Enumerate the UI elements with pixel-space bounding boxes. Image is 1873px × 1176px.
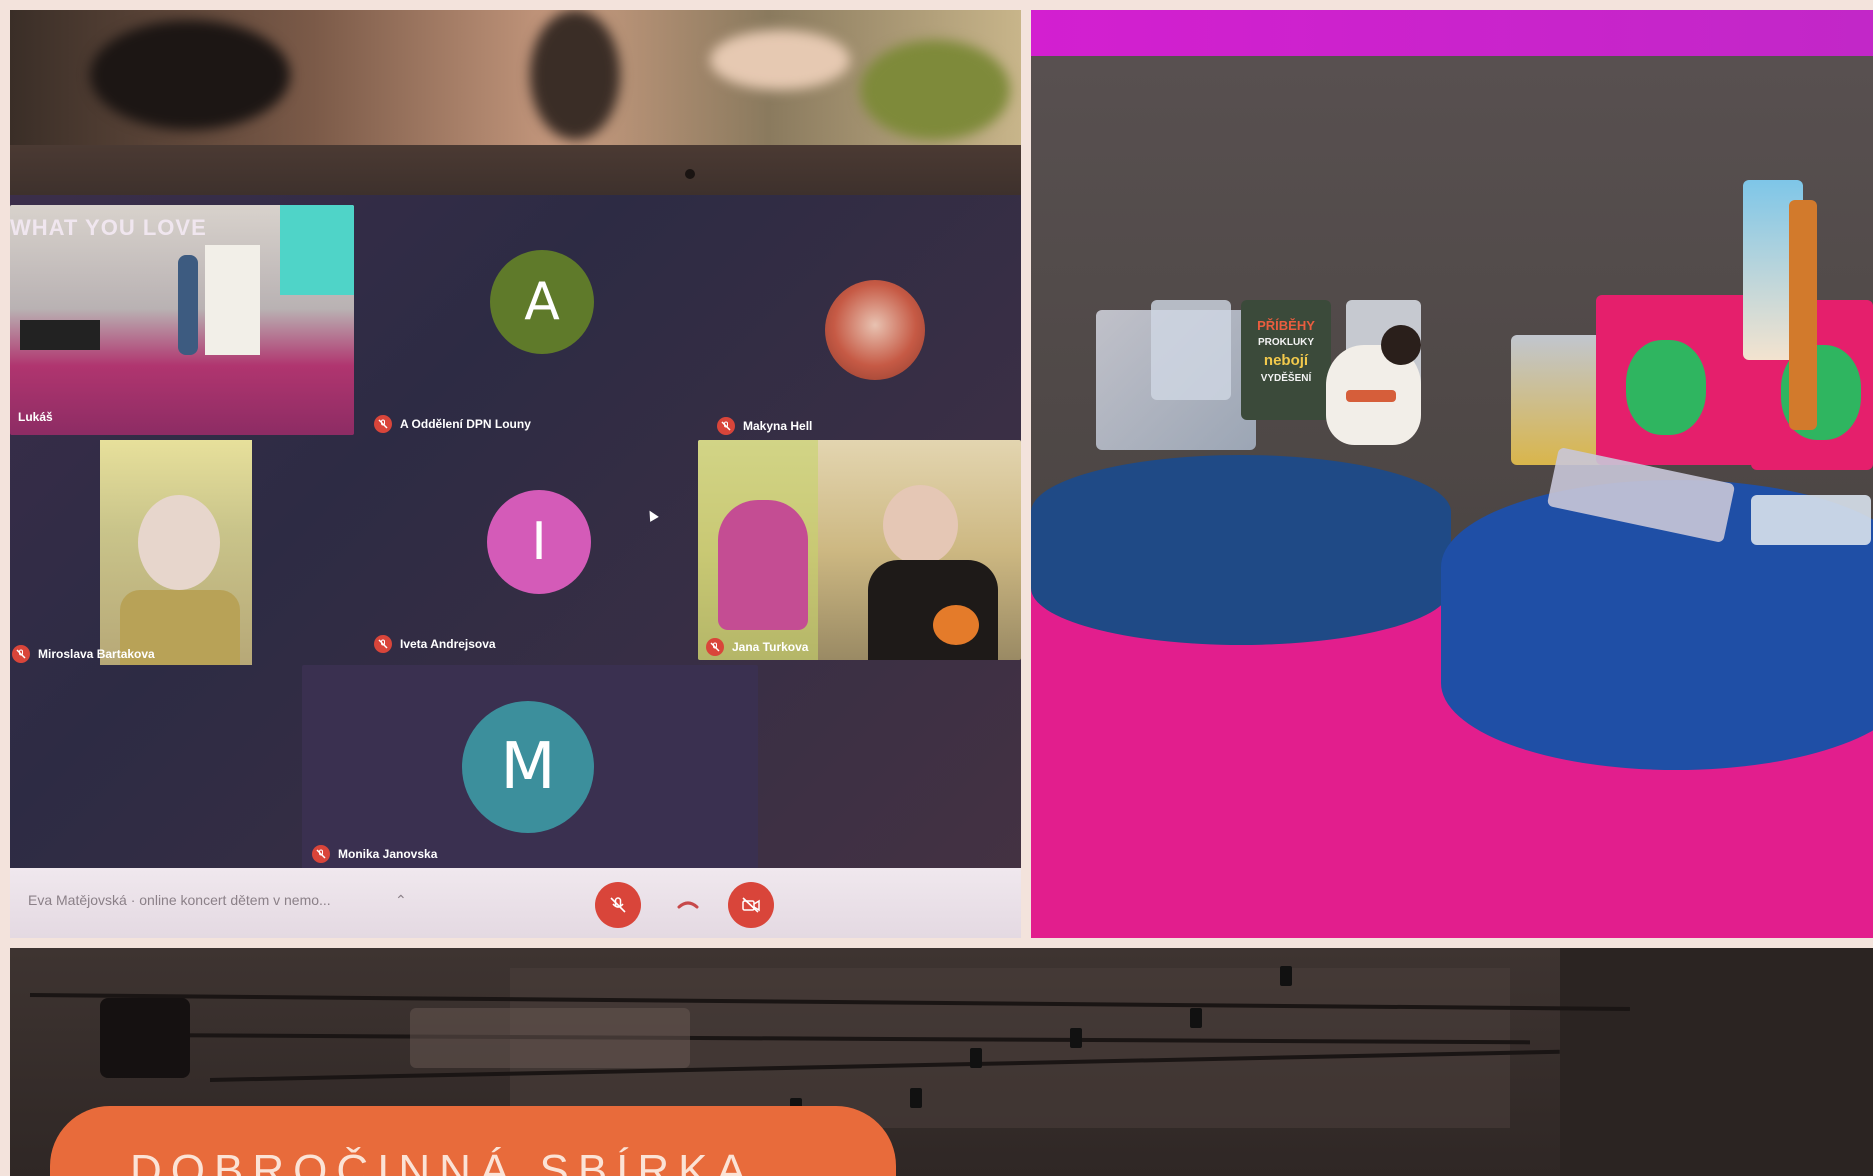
participant-avatar: I — [487, 490, 591, 594]
participant-tile-lukas[interactable]: WHAT YOU LOVE Lukáš — [10, 205, 354, 435]
camera-toggle-button[interactable] — [728, 882, 774, 928]
keyboard-figure — [20, 320, 100, 350]
camera-off-icon — [742, 897, 760, 913]
participant-name: Lukáš — [18, 410, 53, 424]
book-line: nebojí — [1263, 352, 1309, 369]
stage-sign: WHAT YOU LOVE — [10, 215, 207, 240]
participant-tile-makyna[interactable]: Makyna Hell — [705, 205, 1021, 435]
mouse-cursor-icon — [645, 508, 659, 522]
participant-tile-miroslava[interactable]: Miroslava Bartakova — [10, 440, 354, 665]
participant-avatar: A — [490, 250, 594, 354]
participant-tile-a[interactable]: A A Oddělení DPN Louny — [360, 205, 700, 435]
gifts-photo: PŘÍBĚHY PROKLUKY nebojí VYDĚŠENÍ — [1031, 10, 1873, 938]
participant-name: Miroslava Bartakova — [38, 647, 155, 661]
banner-title: DOBROČINNÁ SBÍRKA — [130, 1146, 755, 1176]
stroller-figure — [718, 500, 808, 630]
mic-toggle-button[interactable] — [595, 882, 641, 928]
spotlight-icon — [1190, 1008, 1202, 1028]
hang-up-icon — [677, 901, 699, 909]
meeting-title: Eva Matějovská · online koncert dětem v … — [28, 892, 331, 908]
participant-photo-avatar — [825, 280, 925, 380]
mic-off-icon — [374, 635, 392, 653]
hang-up-button[interactable] — [665, 882, 711, 928]
mic-off-icon — [12, 645, 30, 663]
bench-left — [1031, 455, 1451, 645]
stage-video: WHAT YOU LOVE — [10, 205, 354, 435]
video-call-screen: WHAT YOU LOVE Lukáš A A Oddělení DPN Lou… — [10, 195, 1021, 938]
gift-pack — [1751, 495, 1871, 545]
book: PŘÍBĚHY PROKLUKY nebojí VYDĚŠENÍ — [1241, 300, 1331, 420]
mic-off-icon — [312, 845, 330, 863]
book-line: PŘÍBĚHY — [1257, 318, 1315, 333]
spotlight-icon — [1070, 1028, 1082, 1048]
mother-figure — [883, 485, 958, 565]
participant-tile-jana[interactable]: Jana Turkova — [698, 440, 1021, 660]
gift-bag-dino — [1596, 295, 1756, 465]
book-line: VYDĚŠENÍ — [1260, 373, 1312, 384]
store-background — [10, 10, 1021, 150]
call-control-bar: Eva Matějovská · online koncert dětem v … — [10, 868, 1021, 938]
book-line: PROKLUKY — [1257, 337, 1315, 348]
led-screen — [1031, 10, 1873, 56]
webcam-icon — [685, 169, 695, 179]
participant-name: A Oddělení DPN Louny — [400, 417, 531, 431]
gift-bag — [1151, 300, 1231, 400]
participant-name: Jana Turkova — [732, 640, 809, 654]
singer-figure — [178, 255, 198, 355]
participant-name: Monika Janovska — [338, 847, 438, 861]
gift-bag — [1511, 335, 1606, 465]
ceiling-photo: DOBROČINNÁ SBÍRKA — [10, 948, 1873, 1176]
plush-dog — [1326, 325, 1421, 445]
video-call-photo: WHAT YOU LOVE Lukáš A A Oddělení DPN Lou… — [10, 10, 1021, 938]
spotlight-icon — [1280, 966, 1292, 986]
stage-light-rig — [100, 998, 190, 1078]
spotlight-icon — [970, 1048, 982, 1068]
participant-name: Iveta Andrejsova — [400, 637, 496, 651]
participant-name: Makyna Hell — [743, 419, 813, 433]
mic-off-icon — [610, 897, 626, 913]
spotlight-icon — [910, 1088, 922, 1108]
fundraiser-banner: DOBROČINNÁ SBÍRKA — [50, 1106, 896, 1176]
participant-avatar: M — [462, 701, 594, 833]
wafer-box — [1789, 200, 1817, 430]
participant-video — [100, 440, 252, 665]
participant-tile-i[interactable]: I Iveta Andrejsova — [360, 440, 700, 665]
mic-off-icon — [706, 638, 724, 656]
mic-off-icon — [717, 417, 735, 435]
mic-off-icon — [374, 415, 392, 433]
chevron-up-icon[interactable]: ⌃ — [395, 892, 407, 909]
participant-tile-m[interactable]: M Monika Janovska — [302, 665, 758, 870]
